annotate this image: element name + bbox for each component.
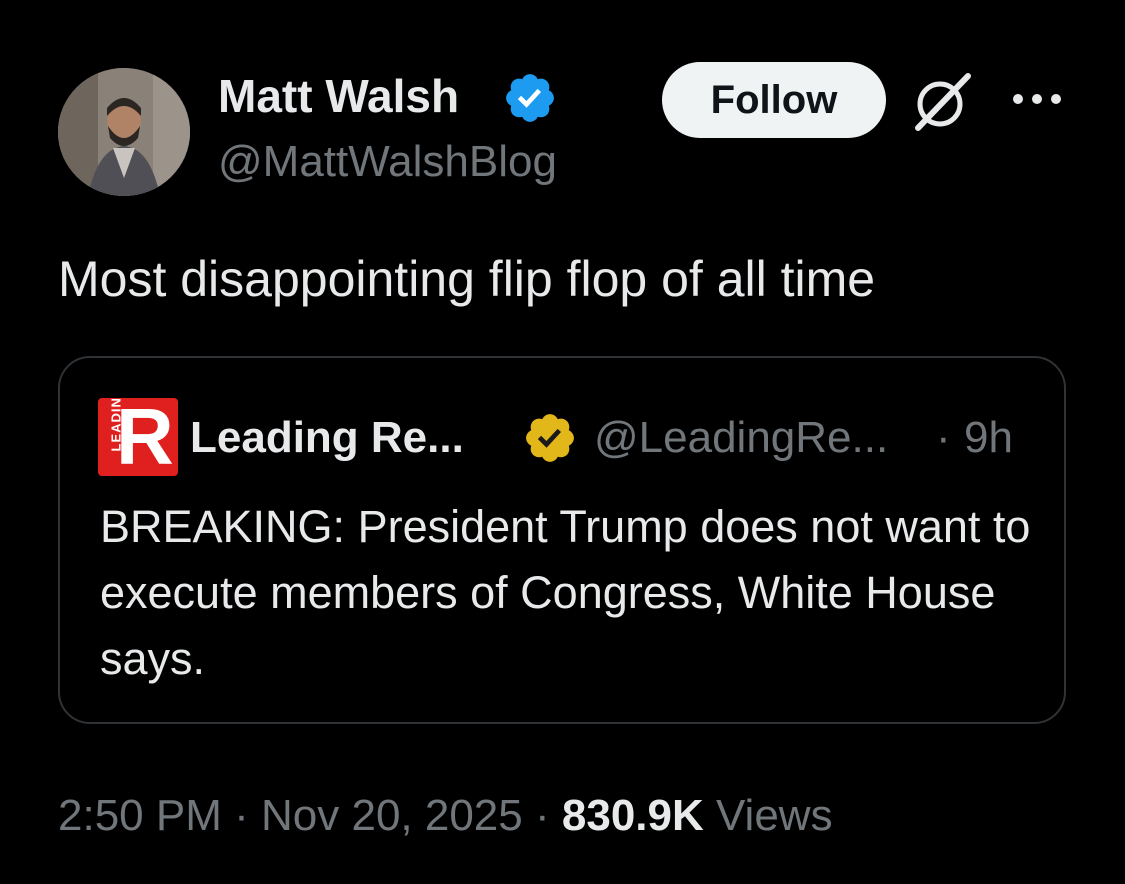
- verified-badge-icon[interactable]: [502, 70, 558, 126]
- quote-author-handle[interactable]: @LeadingRe...: [594, 412, 888, 464]
- author-avatar[interactable]: [58, 68, 190, 196]
- tweet-time[interactable]: 2:50 PM: [58, 791, 222, 840]
- author-handle[interactable]: @MattWalshBlog: [218, 136, 557, 188]
- author-name[interactable]: Matt Walsh: [218, 70, 459, 122]
- views-label: Views: [716, 791, 833, 840]
- follow-button[interactable]: Follow: [662, 62, 886, 138]
- quote-separator: ·: [936, 413, 951, 462]
- verified-gold-badge-icon[interactable]: [522, 410, 578, 466]
- quote-author-name[interactable]: Leading Re...: [190, 412, 464, 464]
- tweet-date[interactable]: Nov 20, 2025: [261, 791, 523, 840]
- tweet-text: Most disappointing flip flop of all time: [58, 251, 876, 307]
- meta-separator: ·: [534, 791, 550, 840]
- tweet-meta-row: 2:50 PM · Nov 20, 2025 · 830.9K Views: [58, 788, 833, 844]
- meta-separator: ·: [234, 791, 249, 840]
- views-count: 830.9K: [561, 791, 704, 840]
- grok-icon[interactable]: [910, 70, 974, 134]
- quote-timestamp[interactable]: 9h: [964, 412, 1013, 464]
- quote-logo-letter: R: [116, 398, 174, 476]
- quote-tweet-text: BREAKING: President Trump does not want …: [100, 501, 1031, 684]
- quote-avatar-logo[interactable]: LEADING R: [98, 398, 178, 476]
- more-dots-icon[interactable]: [1008, 84, 1066, 114]
